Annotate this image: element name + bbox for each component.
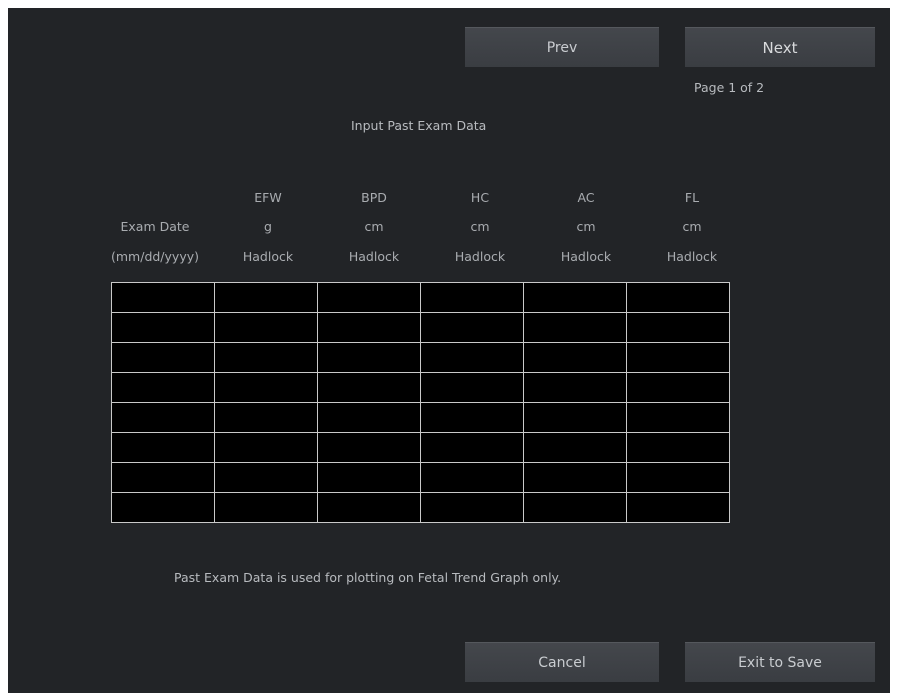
column-method: Hadlock bbox=[242, 249, 294, 264]
exam-data-panel: Prev Next Page 1 of 2 Input Past Exam Da… bbox=[8, 8, 890, 693]
measurement-cell[interactable] bbox=[317, 462, 421, 493]
past-exam-table bbox=[111, 282, 730, 523]
measurement-cell[interactable] bbox=[214, 492, 318, 523]
measurement-cell[interactable] bbox=[420, 282, 524, 313]
measurement-cell[interactable] bbox=[523, 312, 627, 343]
measurement-cell[interactable] bbox=[214, 372, 318, 403]
measurement-cell[interactable] bbox=[420, 312, 524, 343]
measurement-cell[interactable] bbox=[317, 312, 421, 343]
column-unit: cm bbox=[576, 219, 596, 234]
measurement-cell[interactable] bbox=[214, 342, 318, 373]
column-name: HC bbox=[470, 190, 490, 205]
exam-date-cell[interactable] bbox=[111, 312, 215, 343]
column-name: FL bbox=[684, 190, 700, 205]
measurement-cell[interactable] bbox=[420, 462, 524, 493]
next-button[interactable]: Next bbox=[685, 27, 875, 67]
measurement-cell[interactable] bbox=[420, 402, 524, 433]
measurement-cell[interactable] bbox=[523, 342, 627, 373]
measurement-cell[interactable] bbox=[214, 312, 318, 343]
exit-to-save-button[interactable]: Exit to Save bbox=[685, 642, 875, 682]
measurement-cell[interactable] bbox=[317, 402, 421, 433]
measurement-cell[interactable] bbox=[317, 282, 421, 313]
measurement-cell[interactable] bbox=[523, 462, 627, 493]
table-row bbox=[111, 282, 730, 313]
column-method: Hadlock bbox=[348, 249, 400, 264]
measurement-cell[interactable] bbox=[626, 312, 730, 343]
measurement-cell[interactable] bbox=[626, 432, 730, 463]
measurement-cell[interactable] bbox=[317, 342, 421, 373]
exam-date-cell[interactable] bbox=[111, 432, 215, 463]
measurement-cell[interactable] bbox=[626, 402, 730, 433]
exam-date-format: (mm/dd/yyyy) bbox=[111, 249, 199, 264]
measurement-cell[interactable] bbox=[523, 402, 627, 433]
measurement-cell[interactable] bbox=[626, 372, 730, 403]
footer-note: Past Exam Data is used for plotting on F… bbox=[174, 570, 562, 585]
measurement-cell[interactable] bbox=[214, 402, 318, 433]
exam-date-cell[interactable] bbox=[111, 402, 215, 433]
measurement-cell[interactable] bbox=[317, 492, 421, 523]
measurement-cell[interactable] bbox=[626, 492, 730, 523]
measurement-cell[interactable] bbox=[317, 432, 421, 463]
measurement-cell[interactable] bbox=[523, 492, 627, 523]
measurement-cell[interactable] bbox=[626, 282, 730, 313]
column-unit: cm bbox=[682, 219, 702, 234]
measurement-cell[interactable] bbox=[626, 342, 730, 373]
exam-date-header: Exam Date bbox=[120, 219, 190, 234]
measurement-cell[interactable] bbox=[214, 462, 318, 493]
page-indicator: Page 1 of 2 bbox=[694, 80, 765, 95]
column-unit: g bbox=[264, 219, 272, 234]
table-row bbox=[111, 432, 730, 463]
exam-date-cell[interactable] bbox=[111, 462, 215, 493]
measurement-cell[interactable] bbox=[420, 492, 524, 523]
measurement-cell[interactable] bbox=[214, 282, 318, 313]
column-name: BPD bbox=[361, 190, 387, 205]
table-row bbox=[111, 462, 730, 493]
exam-date-cell[interactable] bbox=[111, 372, 215, 403]
column-unit: cm bbox=[470, 219, 490, 234]
table-row bbox=[111, 372, 730, 403]
column-name: EFW bbox=[254, 190, 282, 205]
measurement-cell[interactable] bbox=[317, 372, 421, 403]
measurement-cell[interactable] bbox=[523, 282, 627, 313]
cancel-button[interactable]: Cancel bbox=[465, 642, 659, 682]
column-method: Hadlock bbox=[454, 249, 506, 264]
measurement-cell[interactable] bbox=[420, 342, 524, 373]
measurement-cell[interactable] bbox=[214, 432, 318, 463]
table-row bbox=[111, 312, 730, 343]
table-row bbox=[111, 402, 730, 433]
exam-date-cell[interactable] bbox=[111, 492, 215, 523]
table-row bbox=[111, 492, 730, 523]
column-name: AC bbox=[577, 190, 595, 205]
column-unit: cm bbox=[364, 219, 384, 234]
exam-date-cell[interactable] bbox=[111, 342, 215, 373]
prev-button[interactable]: Prev bbox=[465, 27, 659, 67]
column-method: Hadlock bbox=[560, 249, 612, 264]
measurement-cell[interactable] bbox=[420, 372, 524, 403]
column-method: Hadlock bbox=[666, 249, 718, 264]
page-title: Input Past Exam Data bbox=[351, 118, 487, 133]
measurement-cell[interactable] bbox=[523, 372, 627, 403]
table-row bbox=[111, 342, 730, 373]
measurement-cell[interactable] bbox=[420, 432, 524, 463]
exam-date-cell[interactable] bbox=[111, 282, 215, 313]
measurement-cell[interactable] bbox=[626, 462, 730, 493]
measurement-cell[interactable] bbox=[523, 432, 627, 463]
